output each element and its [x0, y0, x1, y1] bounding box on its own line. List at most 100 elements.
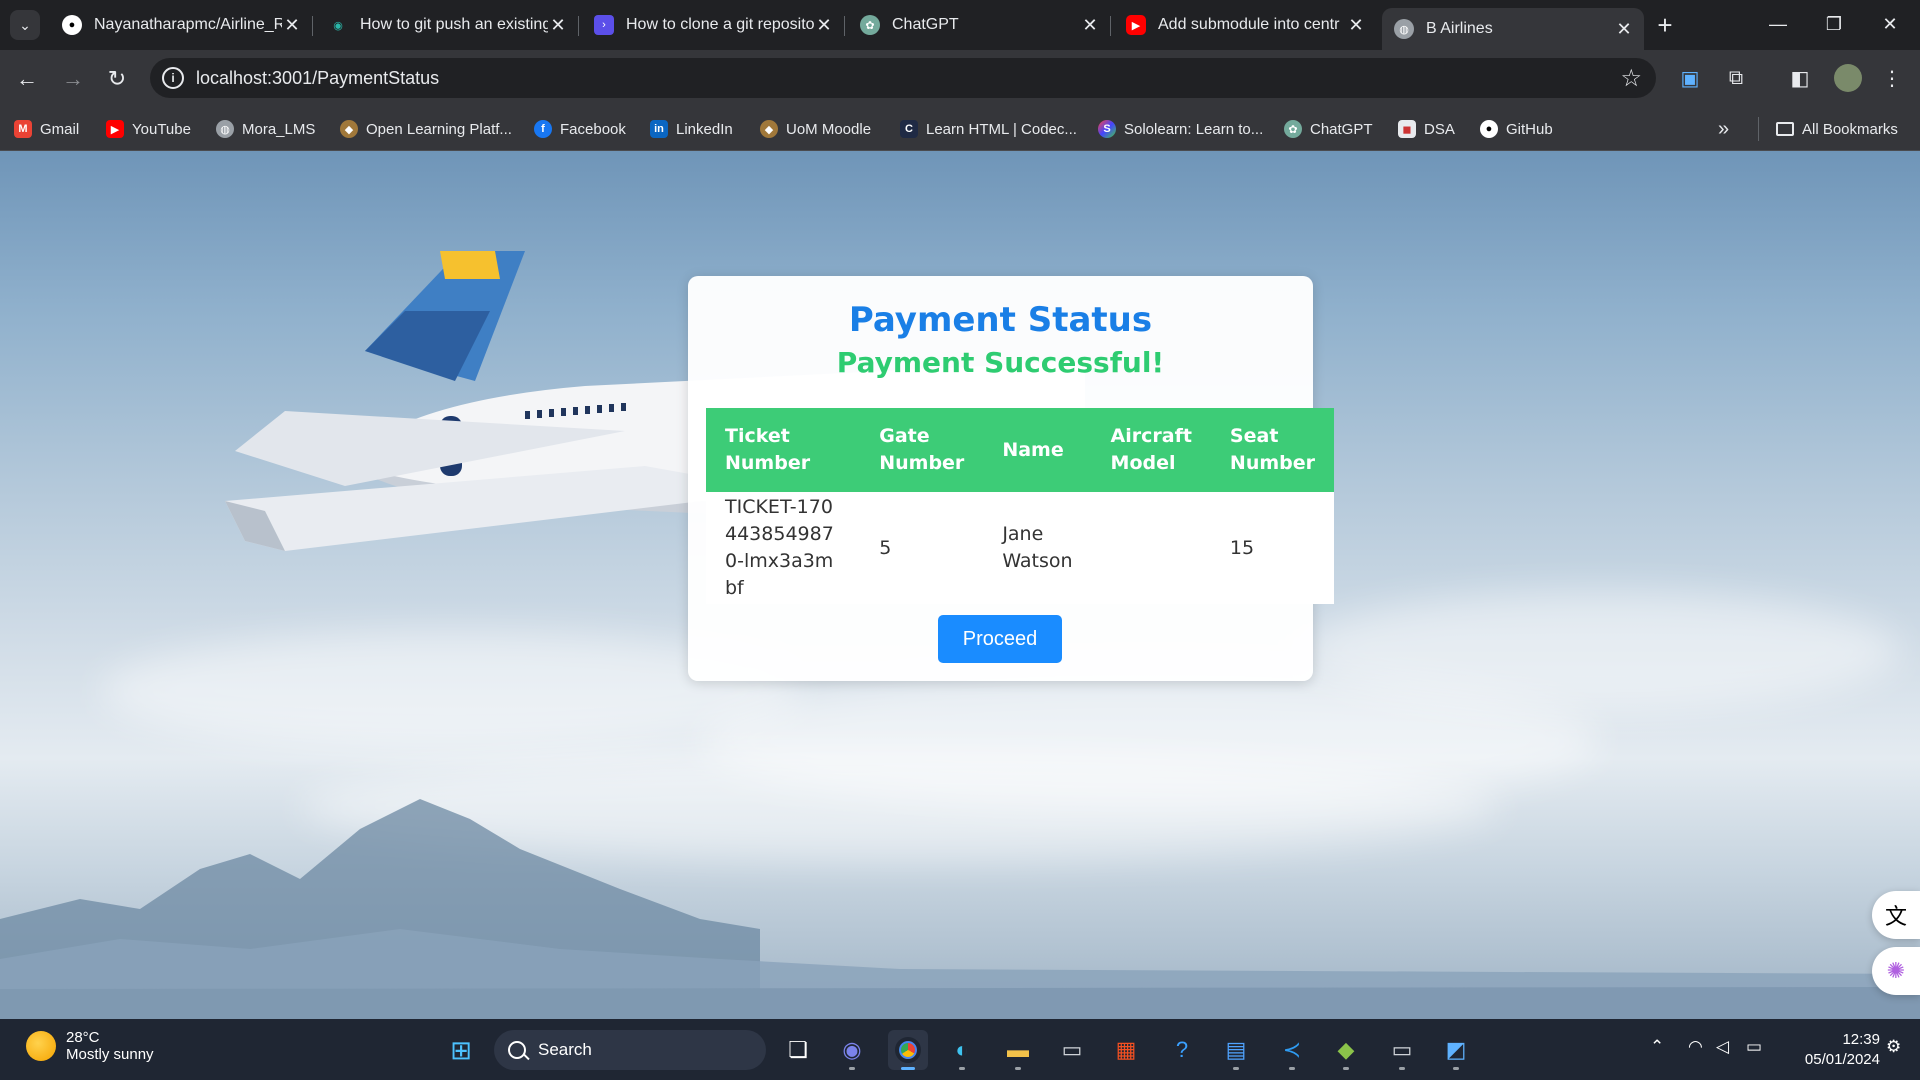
tab-title: How to clone a git reposito: [626, 16, 814, 33]
bookmark-mora-lms[interactable]: ◍ Mora_LMS: [216, 117, 315, 141]
all-bookmarks-label: All Bookmarks: [1802, 120, 1898, 138]
bookmark-label: YouTube: [132, 120, 191, 138]
profile-avatar[interactable]: [1834, 64, 1862, 92]
bookmark-linkedin[interactable]: in LinkedIn: [650, 117, 733, 141]
codecademy-icon: C: [900, 120, 918, 138]
restore-icon[interactable]: ❐: [1804, 6, 1864, 42]
running-indicator: [1453, 1067, 1459, 1070]
payment-status-card: Payment Status Payment Successful! Ticke…: [688, 276, 1334, 681]
ticket-table: Ticket Number Gate Number Name Aircraft …: [706, 408, 1334, 604]
bookmark-uom-moodle[interactable]: ◆ UoM Moodle: [760, 117, 871, 141]
notification-icon[interactable]: ⚙: [1886, 1037, 1901, 1057]
chatgpt-icon: ✿: [860, 15, 880, 35]
minimize-icon[interactable]: —: [1748, 6, 1808, 42]
clock-date: 05/01/2024: [1804, 1051, 1880, 1068]
weather-widget[interactable]: 28°C Mostly sunny: [26, 1029, 154, 1063]
close-icon[interactable]: ✕: [1614, 19, 1634, 40]
uom-icon: ◆: [760, 120, 778, 138]
close-icon[interactable]: ✕: [548, 15, 568, 36]
tab-title: How to git push an existing: [360, 16, 548, 33]
bookmark-label: DSA: [1424, 120, 1455, 138]
bookmark-dsa[interactable]: ◼ DSA: [1398, 117, 1455, 141]
proceed-button[interactable]: Proceed: [938, 615, 1062, 663]
bookmark-label: Sololearn: Learn to...: [1124, 120, 1264, 138]
tab-youtube[interactable]: ▶ Add submodule into centr ✕: [1114, 8, 1376, 42]
tab-github[interactable]: ● Nayanatharapmc/Airline_R ✕: [50, 8, 313, 42]
folder-icon: [1776, 122, 1794, 136]
tray-chevron-icon[interactable]: ⌃: [1650, 1037, 1664, 1057]
bookmark-gmail[interactable]: M Gmail: [14, 117, 79, 141]
forward-arrow-icon[interactable]: →: [56, 62, 90, 96]
screenshot-extension-icon[interactable]: ▣: [1676, 64, 1704, 92]
more-bookmarks-chevron-icon[interactable]: »: [1718, 117, 1729, 141]
task-view-icon[interactable]: ❏: [778, 1030, 818, 1070]
address-bar[interactable]: i localhost:3001/PaymentStatus ☆: [150, 58, 1656, 98]
tab-git-clone[interactable]: › How to clone a git reposito ✕: [582, 8, 845, 42]
file-explorer-icon[interactable]: ▬: [998, 1030, 1038, 1070]
volume-icon[interactable]: ◁: [1716, 1037, 1729, 1057]
site-info-icon[interactable]: i: [162, 67, 184, 89]
tab-chatgpt[interactable]: ✿ ChatGPT ✕: [848, 8, 1111, 42]
partly-sunny-icon: [26, 1031, 56, 1061]
bookmark-codecademy[interactable]: C Learn HTML | Codec...: [900, 117, 1077, 141]
all-bookmarks[interactable]: All Bookmarks: [1776, 117, 1898, 141]
close-icon[interactable]: ✕: [1080, 15, 1100, 36]
bookmark-github[interactable]: ● GitHub: [1480, 117, 1553, 141]
running-indicator: [1289, 1067, 1295, 1070]
github-icon: ●: [62, 15, 82, 35]
tab-title: ChatGPT: [892, 16, 959, 33]
battery-icon[interactable]: ▭: [1746, 1037, 1762, 1057]
tab-search-chevron-icon[interactable]: ⌄: [10, 10, 40, 40]
cmd-icon[interactable]: ▭: [1382, 1030, 1422, 1070]
bookmark-label: ChatGPT: [1310, 120, 1373, 138]
tab-strip: ⌄ ● Nayanatharapmc/Airline_R ✕ ◉ How to …: [0, 0, 1920, 50]
facebook-icon: f: [534, 120, 552, 138]
close-icon[interactable]: ✕: [282, 15, 302, 36]
windows-start-icon[interactable]: ⊞: [441, 1030, 481, 1070]
terminal-window-icon[interactable]: ▭: [1052, 1030, 1092, 1070]
aircraft-model-cell: [1091, 492, 1211, 604]
wifi-icon[interactable]: ◠: [1688, 1037, 1703, 1057]
git-icon[interactable]: ◆: [1326, 1030, 1366, 1070]
bookmark-chatgpt[interactable]: ✿ ChatGPT: [1284, 117, 1373, 141]
reload-icon[interactable]: ↻: [100, 62, 134, 96]
bookmark-sololearn[interactable]: S Sololearn: Learn to...: [1098, 117, 1263, 141]
side-panel-icon[interactable]: ◧: [1786, 64, 1814, 92]
chrome-icon[interactable]: [888, 1030, 928, 1070]
windows-taskbar: 28°C Mostly sunny ⊞ Search ❏ ◉ ◐ ▬ ▭ ▦ ?…: [0, 1019, 1920, 1080]
url-text[interactable]: localhost:3001/PaymentStatus: [196, 68, 439, 89]
taskbar-search[interactable]: Search: [494, 1030, 766, 1070]
system-clock[interactable]: 12:39 05/01/2024: [1780, 1030, 1880, 1070]
brain-extension-icon[interactable]: ✺: [1872, 947, 1920, 995]
tab-b-airlines[interactable]: ◍ B Airlines ✕: [1382, 8, 1644, 50]
uom-icon: ◆: [340, 120, 358, 138]
new-tab-plus-icon[interactable]: +: [1650, 10, 1680, 41]
menu-kebab-icon[interactable]: ⋮: [1878, 64, 1906, 92]
running-indicator: [959, 1067, 965, 1070]
bookmark-facebook[interactable]: f Facebook: [534, 117, 626, 141]
mysql-workbench-icon[interactable]: ◩: [1436, 1030, 1476, 1070]
tab-git-push[interactable]: ◉ How to git push an existing ✕: [316, 8, 579, 42]
header-ticket-number: Ticket Number: [706, 408, 861, 492]
bookmark-open-learning[interactable]: ◆ Open Learning Platf...: [340, 117, 512, 141]
window-close-icon[interactable]: ✕: [1860, 6, 1920, 42]
teams-chat-icon[interactable]: ◉: [832, 1030, 872, 1070]
tab-title: Nayanatharapmc/Airline_R: [94, 16, 282, 33]
bookmark-youtube[interactable]: ▶ YouTube: [106, 117, 191, 141]
gate-number-cell: 5: [860, 492, 984, 604]
github-icon: ●: [1480, 120, 1498, 138]
notepad-icon[interactable]: ▤: [1216, 1030, 1256, 1070]
vscode-icon[interactable]: ≺: [1272, 1030, 1312, 1070]
close-icon[interactable]: ✕: [814, 15, 834, 36]
translate-icon[interactable]: 文: [1872, 891, 1920, 939]
microsoft-store-icon[interactable]: ▦: [1106, 1030, 1146, 1070]
back-arrow-icon[interactable]: ←: [10, 62, 44, 96]
cloud: [1300, 591, 1900, 711]
close-icon[interactable]: ✕: [1346, 15, 1366, 36]
extensions-puzzle-icon[interactable]: ⧉: [1722, 64, 1750, 92]
help-icon[interactable]: ?: [1162, 1030, 1202, 1070]
header-gate-number: Gate Number: [860, 408, 984, 492]
payment-success-message: Payment Successful!: [836, 346, 1165, 379]
edge-icon[interactable]: ◐: [942, 1030, 982, 1070]
bookmark-star-icon[interactable]: ☆: [1620, 64, 1642, 93]
